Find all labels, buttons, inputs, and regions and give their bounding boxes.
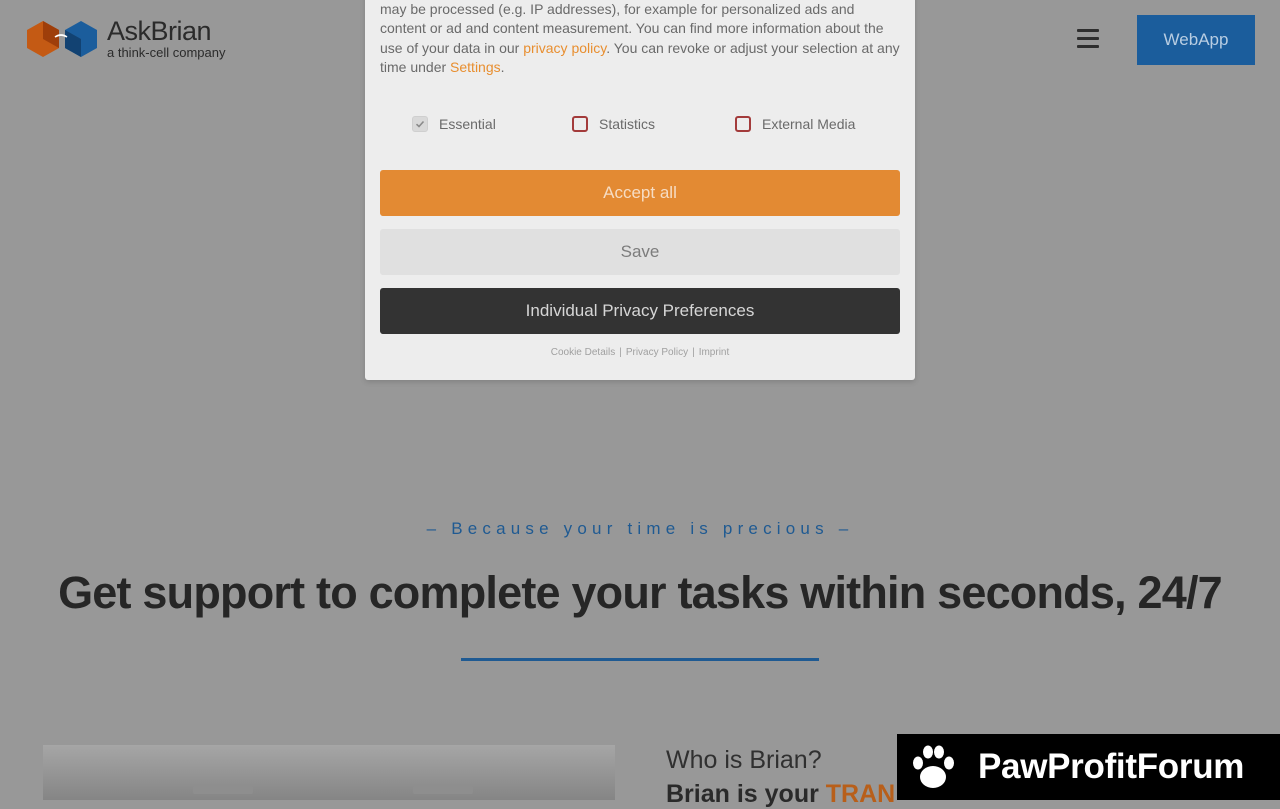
statistics-label: Statistics [599, 116, 656, 132]
essential-checkbox[interactable]: Essential [412, 116, 496, 132]
save-button[interactable]: Save [380, 229, 900, 275]
accept-all-button[interactable]: Accept all [380, 170, 900, 216]
external-media-label: External Media [762, 116, 856, 132]
brian-accent-text: TRAN [825, 780, 896, 808]
logo-name: AskBrian [107, 16, 212, 46]
statistics-checkbox[interactable]: Statistics [572, 116, 655, 132]
hero-headline: Get support to complete your tasks withi… [58, 567, 1223, 618]
brand-logo[interactable]: AskBrian a think-cell company [25, 18, 226, 59]
who-is-brian-heading: Who is Brian? [666, 746, 822, 774]
external-media-checkbox[interactable]: External Media [735, 116, 855, 132]
modal-footer-links: Cookie Details | Privacy Policy | Imprint [550, 347, 730, 358]
checkbox-unchecked-icon[interactable] [735, 116, 751, 132]
privacy-policy-link[interactable]: privacy policy [523, 40, 606, 56]
individual-privacy-preferences-button[interactable]: Individual Privacy Preferences [380, 288, 900, 334]
hero-tagline: – Because your time is precious – [426, 519, 854, 538]
pawprofitforum-watermark: PawProfitForum [897, 734, 1280, 800]
consent-checkboxes: Essential Statistics External Media [365, 116, 915, 140]
checkbox-unchecked-icon[interactable] [572, 116, 588, 132]
section-divider [461, 658, 819, 661]
hamburger-menu-icon[interactable] [1077, 29, 1099, 51]
imprint-link[interactable]: Imprint [699, 347, 730, 358]
cookie-details-link[interactable]: Cookie Details [551, 347, 615, 358]
paw-icon [913, 745, 954, 788]
webapp-button[interactable]: WebApp [1137, 15, 1255, 65]
essential-label: Essential [439, 116, 496, 132]
logo-tagline: a think-cell company [107, 45, 226, 60]
askbrian-logo-icon [27, 20, 97, 57]
watermark-text: PawProfitForum [978, 747, 1245, 786]
brian-intro-text: Brian is your TRAN [666, 780, 896, 808]
cookie-consent-text: while others help us to improve this web… [380, 0, 900, 76]
checkbox-checked-icon[interactable] [412, 116, 428, 132]
cookie-consent-modal: while others help us to improve this web… [365, 0, 915, 380]
video-thumbnail[interactable] [43, 745, 615, 800]
privacy-policy-footer-link[interactable]: Privacy Policy [626, 347, 688, 358]
settings-link[interactable]: Settings [450, 59, 501, 75]
